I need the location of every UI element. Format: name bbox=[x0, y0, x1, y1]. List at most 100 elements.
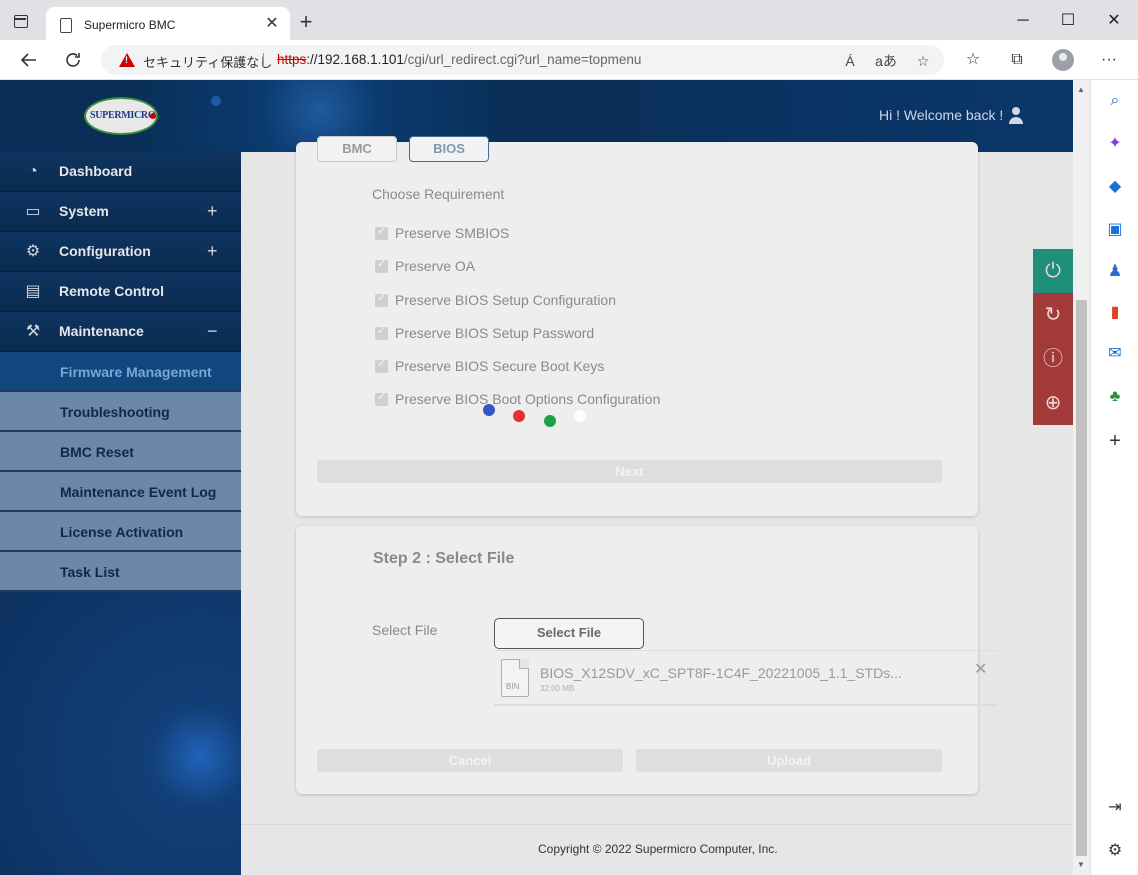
tab-bmc[interactable]: BMC bbox=[317, 136, 397, 162]
sidebar-subitem-license-activation[interactable]: License Activation bbox=[0, 512, 241, 552]
loading-dot-white bbox=[574, 410, 586, 422]
office-icon[interactable]: ▮ bbox=[1103, 301, 1127, 325]
sidebar-subitem-maintenance-event-log[interactable]: Maintenance Event Log bbox=[0, 472, 241, 512]
warning-icon[interactable] bbox=[119, 53, 135, 67]
sidebar-item-label: Dashboard bbox=[59, 163, 133, 179]
shopping-icon[interactable]: ◆ bbox=[1103, 175, 1127, 199]
user-icon[interactable] bbox=[1009, 107, 1023, 125]
upload-button[interactable]: Upload bbox=[636, 749, 942, 772]
checkbox[interactable] bbox=[375, 291, 388, 307]
tab-actions-icon[interactable] bbox=[10, 11, 32, 33]
loading-dot-blue bbox=[483, 404, 495, 416]
settings-icon[interactable]: ⚙ bbox=[1103, 839, 1127, 863]
scroll-up-icon[interactable]: ▲ bbox=[1077, 85, 1085, 94]
sidebar-subitem-troubleshooting[interactable]: Troubleshooting bbox=[0, 392, 241, 432]
page-icon bbox=[60, 18, 72, 33]
translate-icon[interactable]: aあ bbox=[875, 50, 897, 72]
favorites-icon[interactable]: ☆ bbox=[961, 49, 985, 73]
maximize-icon[interactable]: ☐ bbox=[1054, 8, 1082, 36]
file-icon: BIN bbox=[501, 659, 529, 697]
checkbox[interactable] bbox=[375, 357, 388, 373]
option-label: Preserve BIOS Setup Password bbox=[395, 325, 595, 341]
url-text[interactable]: https://192.168.1.101/cgi/url_redirect.c… bbox=[277, 52, 641, 67]
wrench-icon: ⚒ bbox=[25, 323, 41, 340]
welcome-text: Hi ! Welcome back ! bbox=[879, 107, 1004, 123]
info-icon[interactable]: ⓘ bbox=[1033, 337, 1073, 381]
gear-icon: ⚙ bbox=[25, 243, 41, 260]
cancel-button[interactable]: Cancel bbox=[317, 749, 623, 772]
scrollbar-thumb[interactable] bbox=[1076, 300, 1087, 856]
sidebar-subitem-task-list[interactable]: Task List bbox=[0, 552, 241, 592]
read-aloud-icon[interactable]: Á bbox=[839, 50, 861, 72]
checkbox[interactable] bbox=[375, 224, 388, 240]
remove-file-icon[interactable]: ✕ bbox=[974, 659, 987, 679]
refresh-icon[interactable]: ↻ bbox=[1033, 293, 1073, 337]
step1-card: BMC BIOS Choose Requirement Preserve SMB… bbox=[296, 136, 978, 516]
sidebar-subitem-label: Firmware Management bbox=[60, 364, 212, 380]
tab-bios[interactable]: BIOS bbox=[409, 136, 489, 162]
refresh-icon[interactable] bbox=[59, 46, 87, 74]
next-button[interactable]: Next bbox=[317, 460, 942, 483]
minimize-icon[interactable]: ─ bbox=[1009, 8, 1037, 36]
checkbox[interactable] bbox=[375, 390, 388, 406]
search-icon[interactable]: ⌕ bbox=[1103, 89, 1127, 113]
sidebar-subitem-label: Troubleshooting bbox=[60, 404, 170, 420]
supermicro-logo[interactable]: SUPERMICRO bbox=[84, 97, 158, 135]
globe-icon[interactable]: ⊕ bbox=[1033, 381, 1073, 425]
expand-icon[interactable]: + bbox=[207, 241, 218, 262]
vertical-scrollbar[interactable]: ▲ ▼ bbox=[1073, 80, 1090, 875]
sidebar-item-system[interactable]: ▭ System + bbox=[0, 192, 241, 232]
copilot-icon[interactable]: ✦ bbox=[1103, 132, 1127, 156]
games-icon[interactable]: ♟ bbox=[1103, 260, 1127, 284]
main-content: BMC BIOS Choose Requirement Preserve SMB… bbox=[241, 136, 1073, 875]
favorite-add-icon[interactable]: ☆ bbox=[912, 50, 934, 72]
new-tab-icon[interactable]: + bbox=[294, 11, 318, 35]
sidebar-item-remote-control[interactable]: ▤ Remote Control bbox=[0, 272, 241, 312]
page-viewport: SUPERMICRO Hi ! Welcome back ! ◔ Dashboa… bbox=[0, 80, 1073, 875]
power-icon[interactable]: ⏻ bbox=[1033, 249, 1073, 293]
profile-icon[interactable] bbox=[1052, 49, 1074, 71]
loading-dot-green bbox=[544, 415, 556, 427]
expand-icon[interactable]: + bbox=[207, 201, 218, 222]
scroll-down-icon[interactable]: ▼ bbox=[1077, 860, 1085, 869]
checkbox[interactable] bbox=[375, 257, 388, 273]
window-close-icon[interactable]: ✕ bbox=[1100, 8, 1128, 36]
more-icon[interactable]: ··· bbox=[1097, 49, 1121, 73]
checkbox[interactable] bbox=[375, 324, 388, 340]
option-label: Preserve OA bbox=[395, 258, 476, 274]
collapse-icon[interactable]: − bbox=[207, 321, 218, 342]
collections-icon[interactable]: ⧉ bbox=[1005, 49, 1029, 73]
tab-close-icon[interactable]: ✕ bbox=[262, 14, 282, 34]
select-file-button[interactable]: Select File bbox=[494, 618, 644, 649]
sidebar-item-configuration[interactable]: ⚙ Configuration + bbox=[0, 232, 241, 272]
browser-tab[interactable]: Supermicro BMC ✕ bbox=[46, 7, 290, 44]
outlook-icon[interactable]: ✉ bbox=[1103, 342, 1127, 366]
back-icon[interactable] bbox=[15, 46, 43, 74]
dashboard-icon: ◔ bbox=[28, 163, 38, 180]
option-label: Preserve SMBIOS bbox=[395, 225, 510, 241]
edge-sidebar: ⌕ ✦ ◆ ▣ ♟ ▮ ✉ ♣ + ⇥ ⚙ bbox=[1090, 80, 1138, 875]
file-size: 32.00 MB bbox=[540, 684, 575, 693]
sidebar-subitem-bmc-reset[interactable]: BMC Reset bbox=[0, 432, 241, 472]
footer-divider bbox=[241, 824, 1073, 825]
select-file-label: Select File bbox=[372, 622, 438, 638]
selected-file-row: BIN BIOS_X12SDV_xC_SPT8F-1C4F_20221005_1… bbox=[494, 650, 997, 706]
security-indicator[interactable]: セキュリティ保護なし bbox=[143, 52, 272, 71]
tools-icon[interactable]: ▣ bbox=[1103, 218, 1127, 242]
option-label: Preserve BIOS Boot Options Configuration bbox=[395, 391, 661, 407]
sidebar-subitem-label: BMC Reset bbox=[60, 444, 134, 460]
split-screen-icon[interactable]: ⇥ bbox=[1103, 796, 1127, 820]
tab-strip: Supermicro BMC ✕ + ─ ☐ ✕ bbox=[0, 0, 1138, 44]
browser-toolbar: セキュリティ保護なし https://192.168.1.101/cgi/url… bbox=[0, 40, 1138, 80]
copyright-text: Copyright © 2022 Supermicro Computer, In… bbox=[538, 842, 778, 856]
sidebar-subitem-firmware-management[interactable]: Firmware Management bbox=[0, 352, 241, 392]
console-icon: ▤ bbox=[25, 283, 41, 300]
sidebar-item-label: System bbox=[59, 203, 109, 219]
add-icon[interactable]: + bbox=[1103, 429, 1127, 453]
sidebar-item-dashboard[interactable]: ◔ Dashboard bbox=[0, 152, 241, 192]
address-bar[interactable]: セキュリティ保護なし https://192.168.1.101/cgi/url… bbox=[101, 45, 944, 75]
sidebar-item-maintenance[interactable]: ⚒ Maintenance − bbox=[0, 312, 241, 352]
sidebar-item-label: Maintenance bbox=[59, 323, 144, 339]
tree-icon[interactable]: ♣ bbox=[1103, 385, 1127, 409]
sidebar-item-label: Configuration bbox=[59, 243, 151, 259]
